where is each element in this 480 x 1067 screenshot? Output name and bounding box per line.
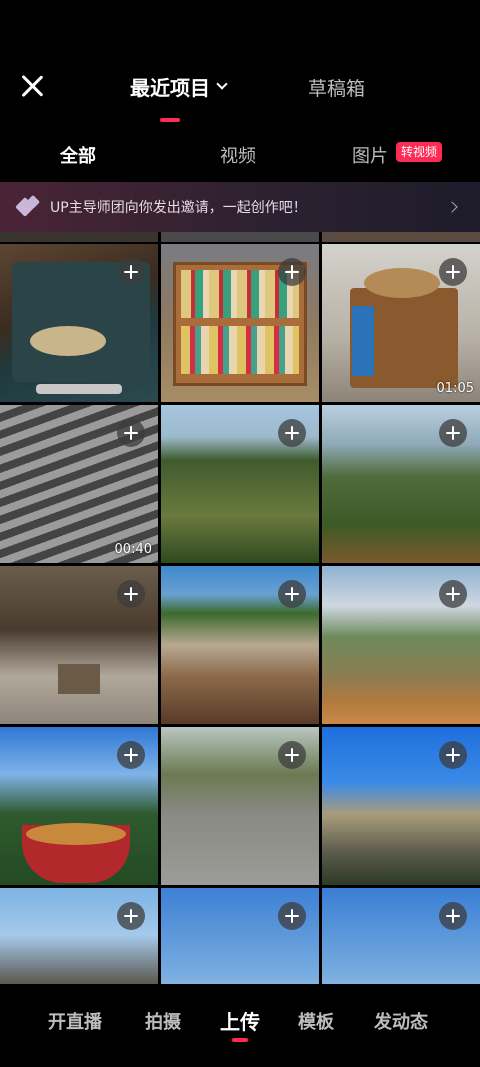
close-icon[interactable] — [18, 72, 46, 100]
add-icon[interactable] — [278, 258, 306, 286]
add-icon[interactable] — [439, 419, 467, 447]
nav-templates[interactable]: 模板 — [298, 1008, 334, 1034]
invite-banner[interactable]: UP主导师团向你发出邀请，一起创作吧！ — [0, 182, 480, 232]
media-thumbnail[interactable]: 00:40 — [0, 405, 158, 563]
add-icon[interactable] — [278, 741, 306, 769]
tab-drafts[interactable]: 草稿箱 — [308, 74, 365, 101]
add-icon[interactable] — [117, 419, 145, 447]
nav-post[interactable]: 发动态 — [374, 1008, 428, 1034]
add-icon[interactable] — [278, 902, 306, 930]
media-thumbnail[interactable] — [161, 405, 319, 563]
active-tab-indicator — [160, 118, 180, 122]
filter-photo[interactable]: 图片 — [352, 142, 388, 168]
active-nav-indicator — [232, 1038, 248, 1042]
add-icon[interactable] — [117, 741, 145, 769]
add-icon[interactable] — [439, 258, 467, 286]
duration-label: 01:05 — [436, 381, 474, 396]
media-thumbnail[interactable] — [322, 566, 480, 724]
duration-label: 00:40 — [114, 542, 152, 557]
add-icon[interactable] — [117, 902, 145, 930]
nav-live[interactable]: 开直播 — [48, 1008, 102, 1034]
filter-video[interactable]: 视频 — [220, 142, 256, 168]
media-thumbnail[interactable]: 01:05 — [322, 244, 480, 402]
media-thumbnail[interactable] — [161, 566, 319, 724]
add-icon[interactable] — [278, 580, 306, 608]
media-thumbnail[interactable] — [322, 405, 480, 563]
media-thumbnail[interactable] — [0, 232, 158, 242]
top-bar: 最近项目 草稿箱 — [0, 0, 480, 130]
nav-upload[interactable]: 上传 — [220, 1006, 260, 1035]
media-thumbnail[interactable] — [0, 888, 158, 984]
media-thumbnail[interactable] — [0, 244, 158, 402]
add-icon[interactable] — [439, 902, 467, 930]
media-thumbnail[interactable] — [0, 566, 158, 724]
filter-all[interactable]: 全部 — [60, 142, 96, 168]
media-thumbnail[interactable] — [322, 888, 480, 984]
chevron-down-icon — [216, 77, 228, 90]
to-video-badge[interactable]: 转视频 — [396, 142, 443, 162]
media-thumbnail[interactable] — [0, 727, 158, 885]
add-icon[interactable] — [439, 741, 467, 769]
add-icon[interactable] — [117, 580, 145, 608]
add-icon[interactable] — [278, 419, 306, 447]
media-thumbnail[interactable] — [161, 232, 319, 242]
add-icon[interactable] — [439, 580, 467, 608]
tab-recent-projects[interactable]: 最近项目 — [130, 72, 228, 101]
bottom-nav: 开直播 拍摄 上传 模板 发动态 — [0, 984, 480, 1067]
media-thumbnail[interactable] — [161, 244, 319, 402]
media-grid: 01:05 00:40 — [0, 232, 480, 984]
media-thumbnail[interactable] — [161, 727, 319, 885]
star-sparkle-icon — [16, 194, 42, 220]
chevron-right-icon — [446, 201, 458, 213]
media-thumbnail[interactable] — [322, 727, 480, 885]
add-icon[interactable] — [117, 258, 145, 286]
media-thumbnail[interactable] — [322, 232, 480, 242]
banner-text: UP主导师团向你发出邀请，一起创作吧！ — [50, 200, 307, 216]
media-thumbnail[interactable] — [161, 888, 319, 984]
tab-recent-label: 最近项目 — [130, 76, 210, 100]
nav-shoot[interactable]: 拍摄 — [145, 1008, 181, 1034]
